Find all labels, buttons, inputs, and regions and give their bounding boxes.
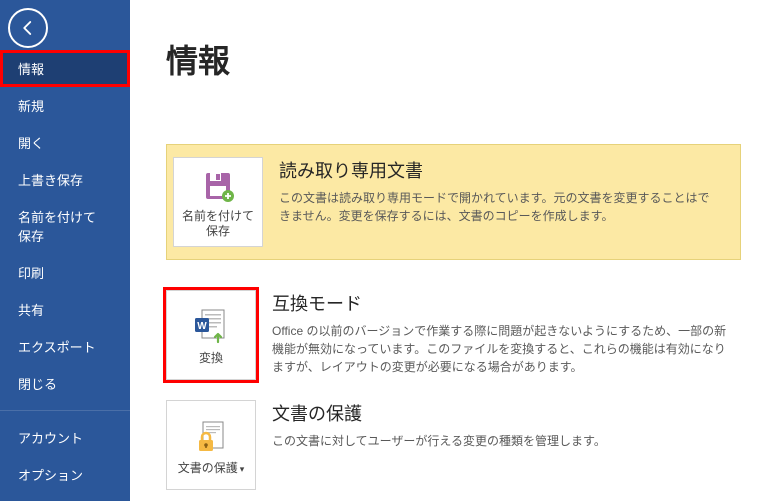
nav-label: 印刷 <box>18 266 44 281</box>
nav-save[interactable]: 上書き保存 <box>0 161 130 198</box>
nav-label: エクスポート <box>18 340 96 355</box>
readonly-text: 読み取り専用文書 この文書は読み取り専用モードで開かれています。元の文書を変更す… <box>279 157 730 225</box>
backstage-sidebar: 情報 新規 開く 上書き保存 名前を付けて 保存 印刷 共有 エクスポート 閉じ… <box>0 0 130 501</box>
nav-label: 開く <box>18 136 44 151</box>
button-label: 名前を付けて保存 <box>178 209 258 238</box>
nav-new[interactable]: 新規 <box>0 87 130 124</box>
svg-text:W: W <box>197 321 207 332</box>
nav-label: 閉じる <box>18 377 57 392</box>
convert-button[interactable]: W 変換 <box>166 290 256 380</box>
compat-desc: Office の以前のバージョンで作業する際に問題が起きないようにするため、一部… <box>272 322 731 376</box>
protect-text: 文書の保護 この文書に対してユーザーが行える変更の種類を管理します。 <box>272 400 741 450</box>
protect-section: 文書の保護▾ 文書の保護 この文書に対してユーザーが行える変更の種類を管理します… <box>166 400 741 490</box>
nav-print[interactable]: 印刷 <box>0 254 130 291</box>
nav-label: アカウント <box>18 431 83 446</box>
protect-title: 文書の保護 <box>272 400 731 426</box>
protect-button[interactable]: 文書の保護▾ <box>166 400 256 490</box>
save-icon <box>200 166 236 205</box>
main-content: 情報 名前を付けて保存 読み取り専用文書 この文書は読み取り専用モードで開かれて… <box>130 0 766 501</box>
compat-section: W 変換 互換モード Office の以前のバージョンで作業する際に問題が起きな… <box>166 290 741 380</box>
nav-share[interactable]: 共有 <box>0 291 130 328</box>
nav-label: 新規 <box>18 99 44 114</box>
arrow-left-icon <box>19 19 37 37</box>
protect-desc: この文書に対してユーザーが行える変更の種類を管理します。 <box>272 432 731 450</box>
nav-open[interactable]: 開く <box>0 124 130 161</box>
nav-label: オプション <box>18 468 83 483</box>
convert-icon: W <box>191 305 231 347</box>
nav-label: 名前を付けて 保存 <box>18 210 96 244</box>
nav-label: 共有 <box>18 303 44 318</box>
nav-options[interactable]: オプション <box>0 456 130 493</box>
readonly-title: 読み取り専用文書 <box>279 157 720 183</box>
nav-divider <box>0 410 130 411</box>
button-label: 変換 <box>199 351 223 365</box>
nav-export[interactable]: エクスポート <box>0 328 130 365</box>
nav-label: 情報 <box>18 62 44 77</box>
back-button[interactable] <box>8 8 48 48</box>
nav-close[interactable]: 閉じる <box>0 365 130 402</box>
nav-info[interactable]: 情報 <box>0 50 130 87</box>
compat-text: 互換モード Office の以前のバージョンで作業する際に問題が起きないようにす… <box>272 290 741 376</box>
nav-save-as[interactable]: 名前を付けて 保存 <box>0 198 130 254</box>
nav-account[interactable]: アカウント <box>0 419 130 456</box>
save-as-button[interactable]: 名前を付けて保存 <box>173 157 263 247</box>
button-label: 文書の保護▾ <box>178 461 245 475</box>
readonly-desc: この文書は読み取り専用モードで開かれています。元の文書を変更することはできません… <box>279 189 720 225</box>
compat-title: 互換モード <box>272 290 731 316</box>
page-title: 情報 <box>166 36 766 82</box>
lock-icon <box>193 415 229 457</box>
chevron-down-icon: ▾ <box>240 464 245 474</box>
nav-label: 上書き保存 <box>18 173 83 188</box>
readonly-banner: 名前を付けて保存 読み取り専用文書 この文書は読み取り専用モードで開かれています… <box>166 144 741 260</box>
